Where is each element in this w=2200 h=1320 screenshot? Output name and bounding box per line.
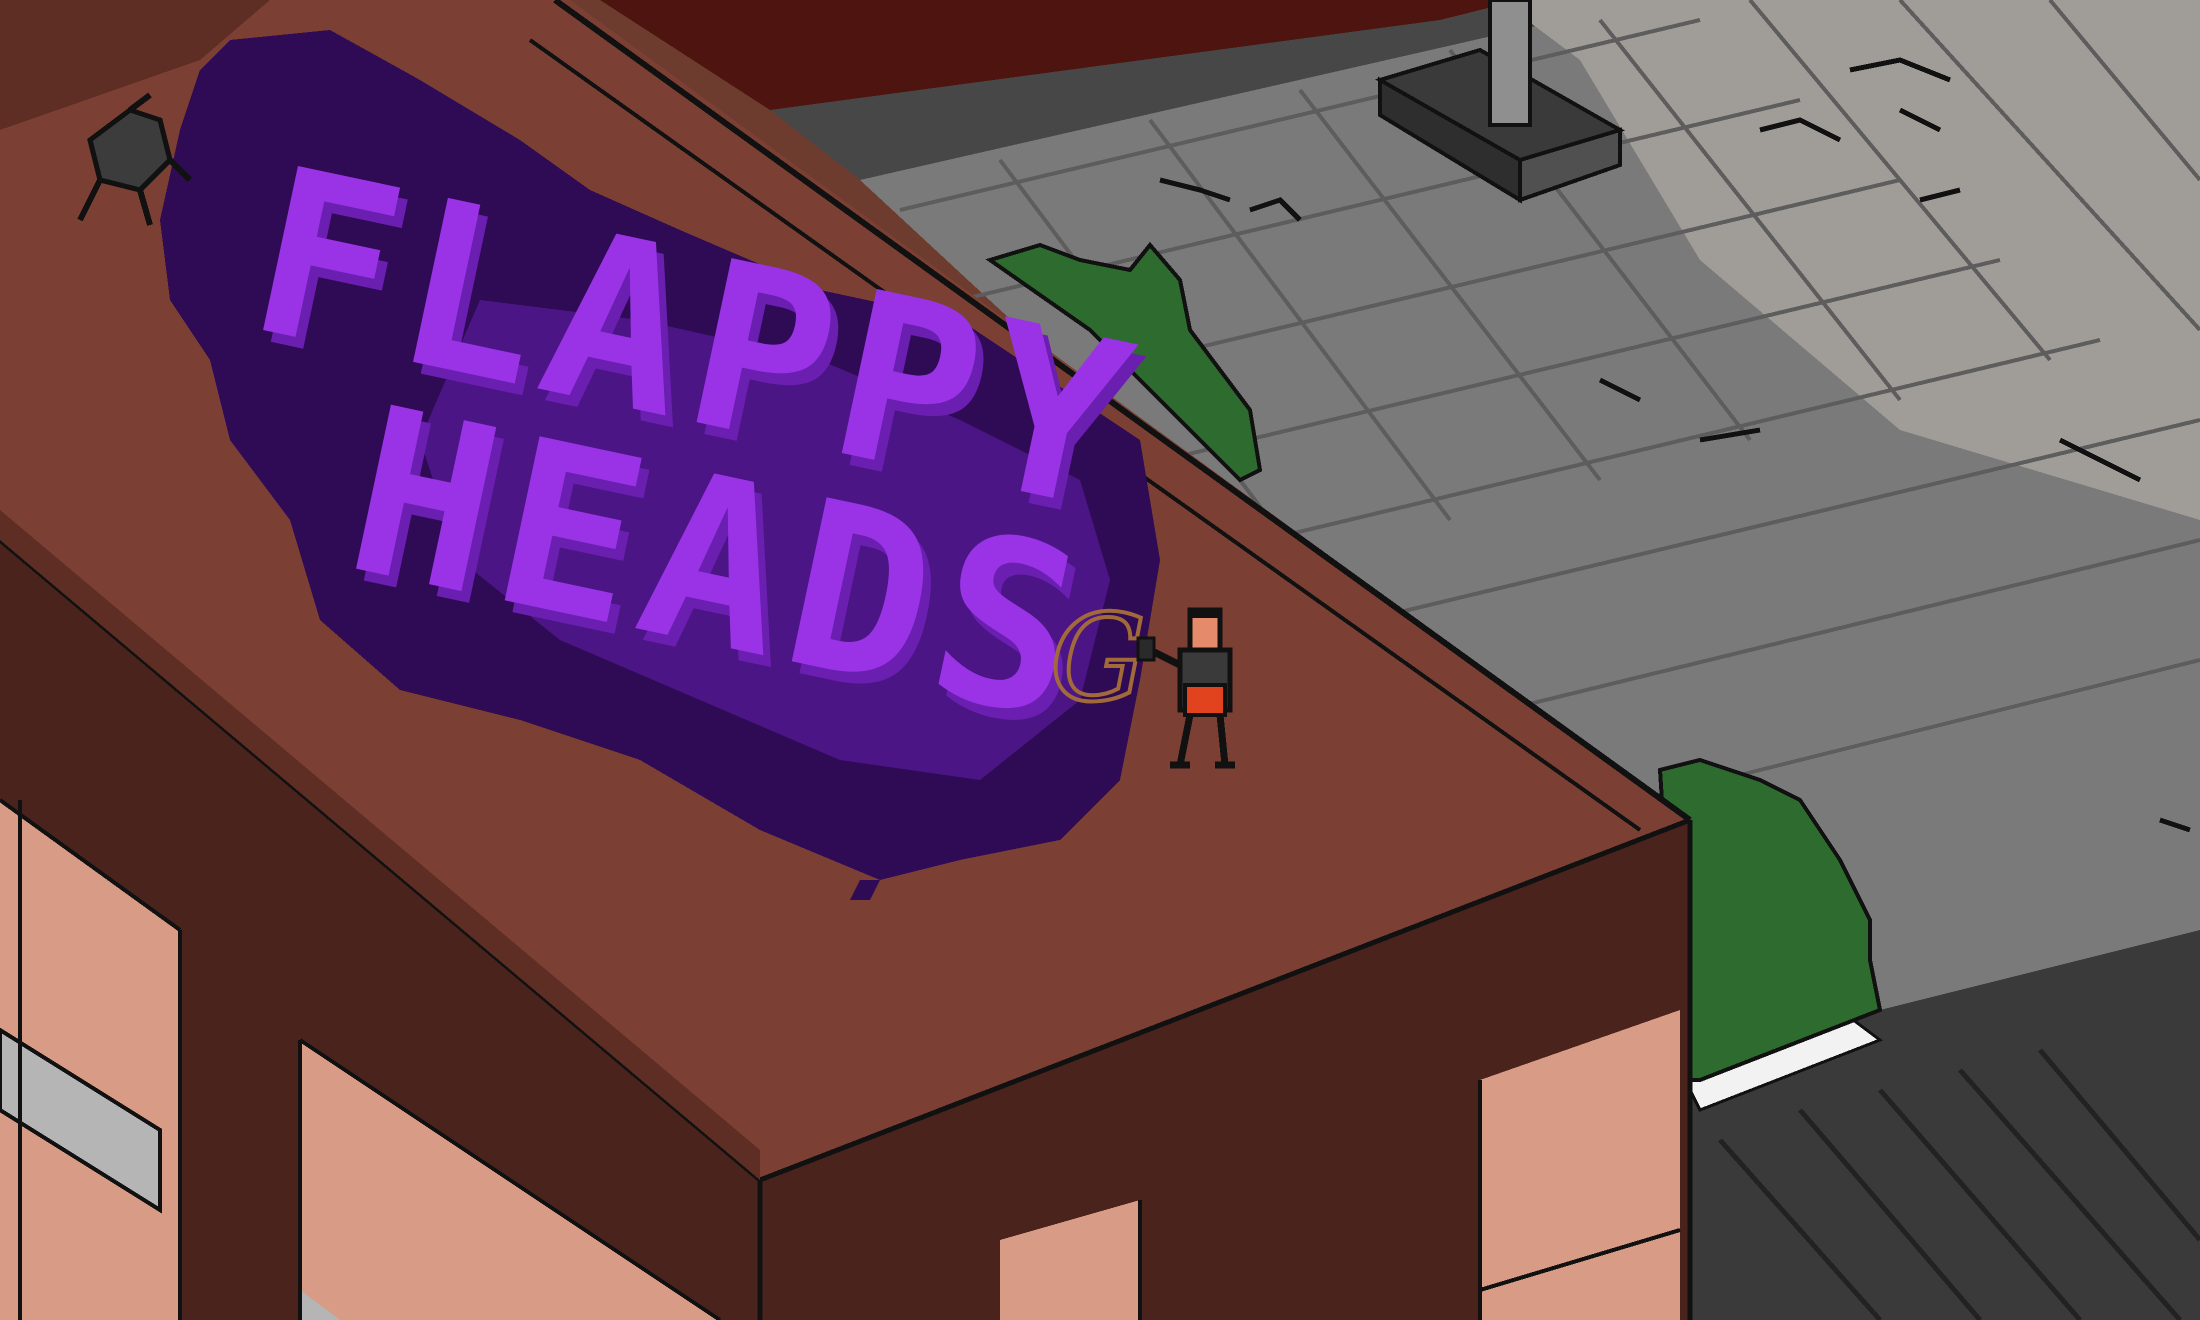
graffiti-tag: G	[1050, 590, 1146, 729]
spray-can	[1136, 636, 1156, 662]
game-scene: FLAPPY FLAPPY HEADS HEADS G	[0, 0, 2200, 1320]
player-leg-right	[1216, 714, 1229, 766]
player-shorts	[1183, 683, 1227, 717]
player-hair	[1190, 608, 1220, 618]
